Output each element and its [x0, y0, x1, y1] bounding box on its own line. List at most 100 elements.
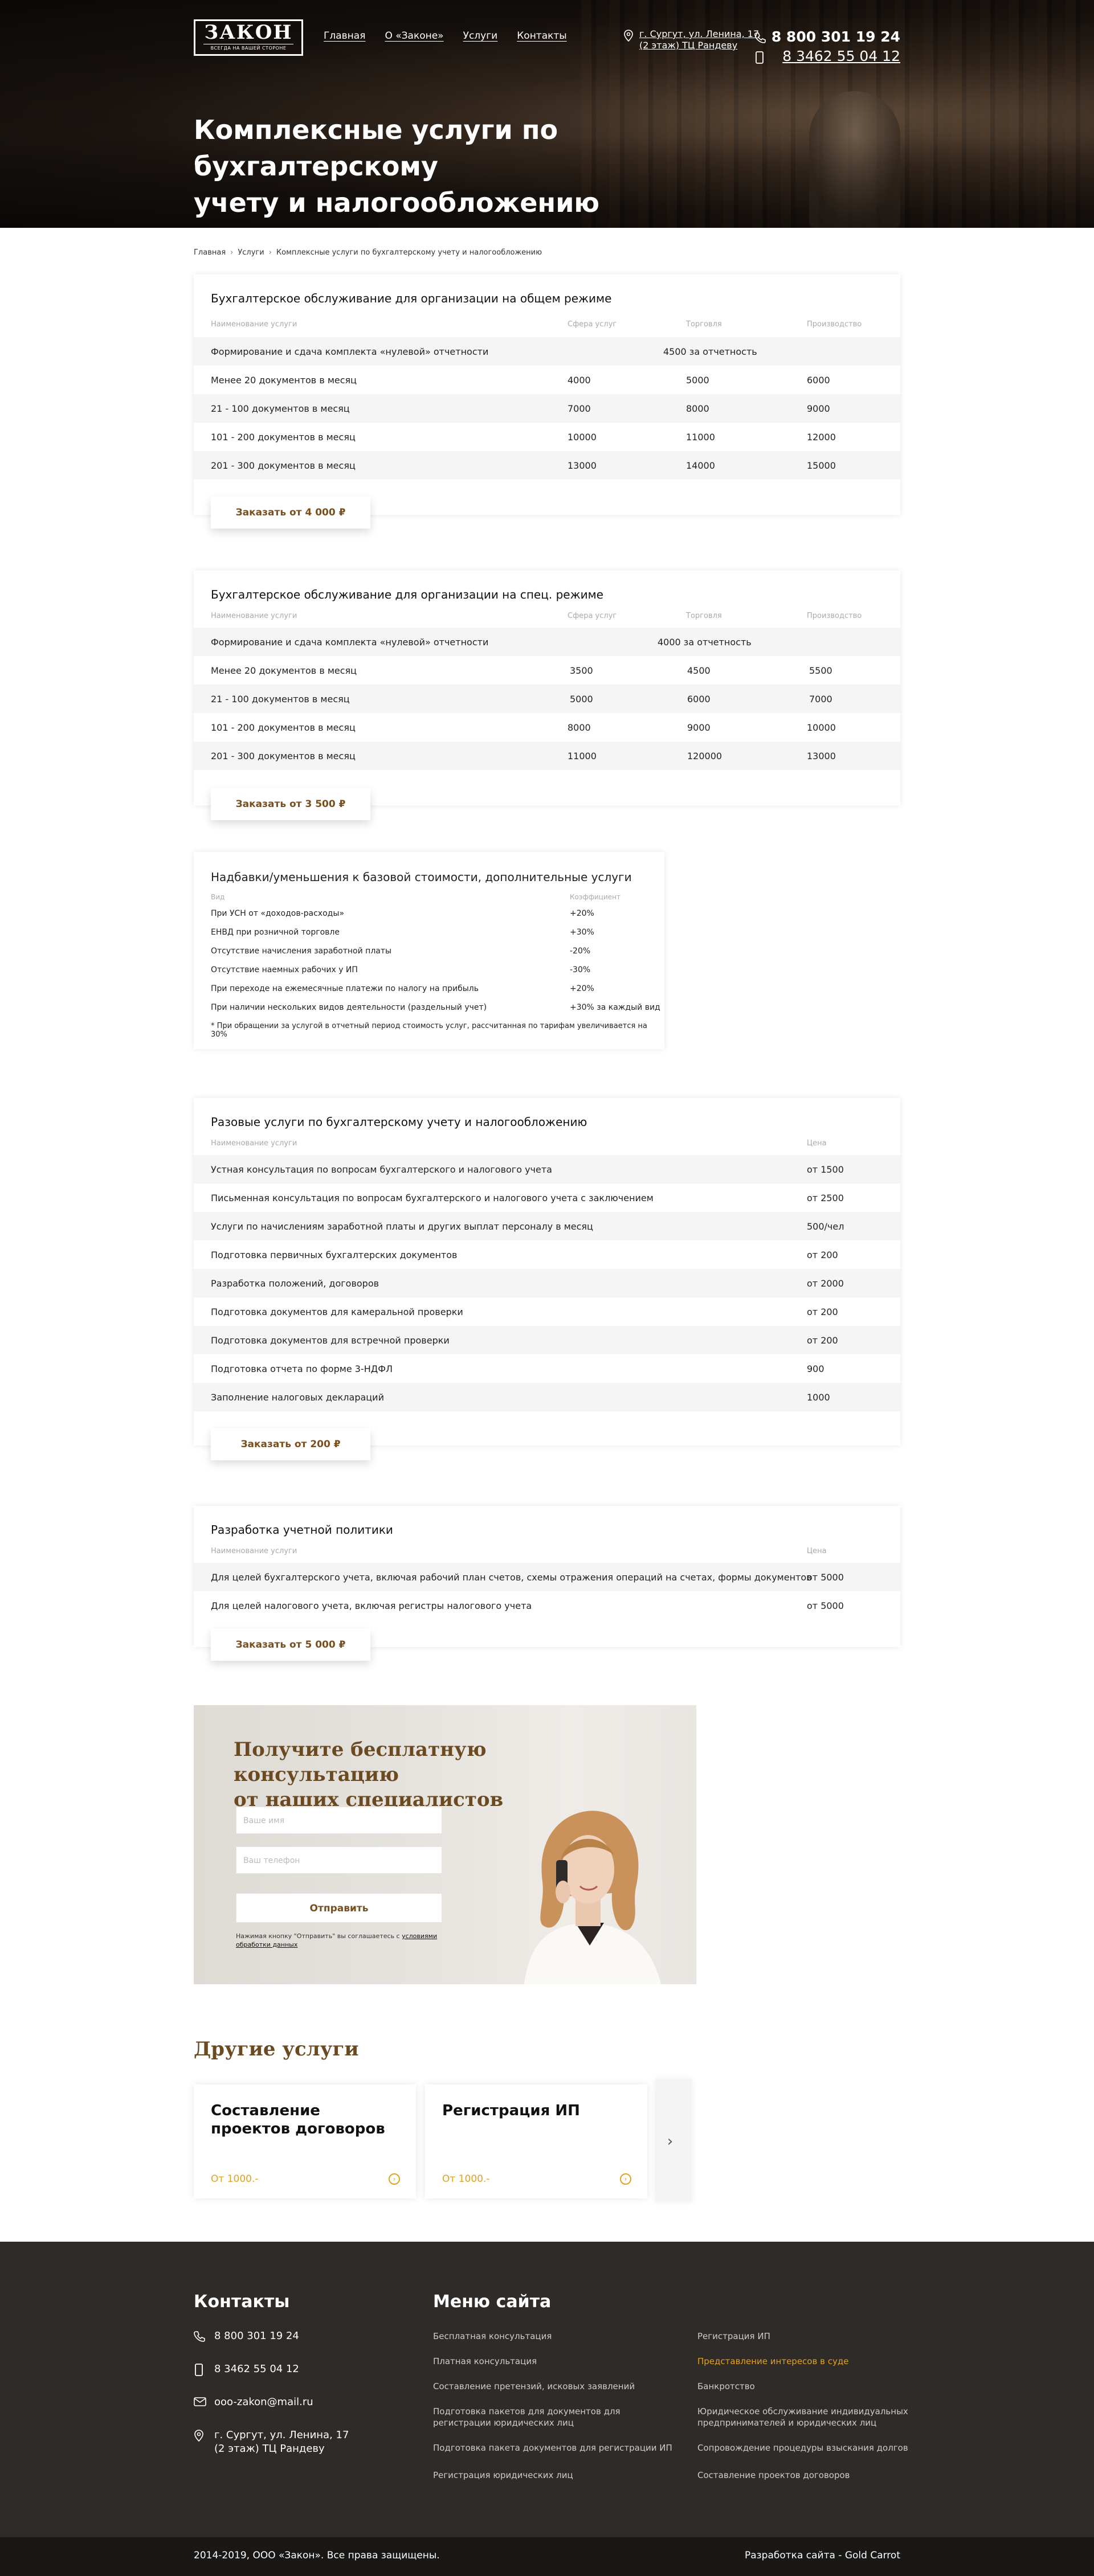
price-value: 6000	[687, 694, 711, 705]
footer-menu-item[interactable]: Составление проектов договоров	[697, 2469, 937, 2481]
logo-text: ЗАКОН	[204, 21, 293, 44]
table-row: Для целей бухгалтерского учета, включая …	[194, 1563, 900, 1591]
header-phones: 8 800 301 19 24 8 3462 55 04 12	[754, 27, 900, 66]
footer-menu-item[interactable]: Составление претензий, исковых заявлений	[433, 2381, 672, 2392]
table-row: 101 - 200 документов в месяц 8000 9000 1…	[194, 713, 900, 742]
mobile-phone-icon	[755, 51, 764, 64]
footer-menu-item[interactable]: Юридическое обслуживание индивидуальных …	[697, 2406, 937, 2428]
table-row: Подготовка первичных бухгалтерских докум…	[194, 1240, 900, 1269]
price-value: 6000	[807, 375, 830, 386]
surcharge-value: +20%	[570, 909, 594, 918]
table-row: Устная консультация по вопросам бухгалте…	[194, 1155, 900, 1183]
column-header: Сфера услуг	[568, 320, 617, 329]
footer-phone-secondary[interactable]: 8 3462 55 04 12	[194, 2362, 299, 2376]
order-button-accounting-policy[interactable]: Заказать от 5 000 ₽	[211, 1629, 370, 1661]
price-value: от 2000	[807, 1278, 844, 1289]
submit-button[interactable]: Отправить	[236, 1893, 442, 1923]
order-button-one-time[interactable]: Заказать от 200 ₽	[211, 1428, 370, 1460]
footer-email-address: ooo-zakon@mail.ru	[214, 2396, 313, 2408]
table-row: Подготовка отчета по форме 3-НДФЛ 900	[194, 1354, 900, 1383]
price-value: 8000	[686, 403, 709, 414]
footer-email[interactable]: ooo-zakon@mail.ru	[194, 2395, 313, 2409]
table-title: Разовые услуги по бухгалтерскому учету и…	[211, 1115, 587, 1129]
table-row: Разработка положений, договоров от 2000	[194, 1269, 900, 1297]
breadcrumb-home[interactable]: Главная	[194, 248, 226, 257]
breadcrumb-services[interactable]: Услуги	[238, 248, 264, 257]
table-row: 21 - 100 документов в месяц 5000 6000 70…	[194, 685, 900, 713]
price-value: от 200	[807, 1307, 838, 1317]
nav-item-about[interactable]: О «Законе»	[385, 30, 443, 42]
surcharge-value: +20%	[570, 984, 594, 993]
footer-menu-item[interactable]: Регистрация ИП	[697, 2331, 937, 2342]
arrow-right-circle-icon[interactable]: ›	[620, 2173, 631, 2185]
consultation-title-line-1: Получите бесплатную консультацию	[234, 1738, 487, 1786]
service-name: Менее 20 документов в месяц	[211, 665, 357, 676]
price-value: 10000	[568, 432, 597, 443]
surcharge-name: При наличии нескольких видов деятельност…	[211, 1003, 487, 1012]
price-value: 10000	[807, 722, 836, 733]
breadcrumb-separator: ›	[268, 248, 272, 257]
price-value: 11000	[686, 432, 715, 443]
service-name: Подготовка документов для встречной пров…	[211, 1335, 450, 1346]
developer-credit-link[interactable]: Разработка сайта - Gold Carrot	[745, 2550, 900, 2561]
service-name: Подготовка отчета по форме 3-НДФЛ	[211, 1363, 393, 1374]
logo-tagline: ВСЕГДА НА ВАШЕЙ СТОРОНЕ	[203, 44, 293, 51]
service-card[interactable]: Регистрация ИП От 1000.- ›	[425, 2084, 647, 2198]
nav-item-contacts[interactable]: Контакты	[517, 30, 567, 42]
service-card[interactable]: Составление проектов договоров От 1000.-…	[194, 2084, 416, 2198]
header-address[interactable]: г. Сургут, ул. Ленина, 17 (2 этаж) ТЦ Ра…	[623, 28, 759, 51]
price-value: 5500	[809, 665, 832, 676]
logo[interactable]: ЗАКОН ВСЕГДА НА ВАШЕЙ СТОРОНЕ	[194, 19, 303, 56]
arrow-right-circle-icon[interactable]: ›	[389, 2173, 400, 2185]
surcharge-value: -30%	[570, 965, 591, 974]
footer-menu-item[interactable]: Бесплатная консультация	[433, 2331, 672, 2342]
breadcrumb-separator: ›	[230, 248, 234, 257]
footer-address-line-1: г. Сургут, ул. Ленина, 17	[214, 2429, 349, 2441]
footer-phone-primary[interactable]: 8 800 301 19 24	[194, 2329, 299, 2343]
service-name: 201 - 300 документов в месяц	[211, 751, 356, 761]
surcharge-name: При переходе на ежемесячные платежи по н…	[211, 984, 479, 993]
price-value: от 5000	[807, 1572, 844, 1583]
price-value: 900	[807, 1363, 824, 1374]
footer-address[interactable]: г. Сургут, ул. Ленина, 17 (2 этаж) ТЦ Ра…	[194, 2428, 349, 2456]
table-row: Для целей налогового учета, включая реги…	[194, 1591, 900, 1620]
price-value: от 200	[807, 1250, 838, 1260]
name-input[interactable]: Ваше имя	[236, 1807, 442, 1834]
table-row: Письменная консультация по вопросам бухг…	[194, 1183, 900, 1212]
consultation-form-section: Получите бесплатную консультацию от наши…	[194, 1705, 696, 1984]
phone-input[interactable]: Ваш телефон	[236, 1846, 442, 1874]
order-button-special[interactable]: Заказать от 3 500 ₽	[211, 788, 370, 820]
price-value: 7000	[809, 694, 832, 705]
price-value: 4500 за отчетность	[663, 346, 757, 357]
price-value: 14000	[686, 460, 715, 471]
phone-secondary[interactable]: 8 3462 55 04 12	[754, 47, 900, 66]
service-name: Для целей налогового учета, включая реги…	[211, 1600, 532, 1611]
service-name: Устная консультация по вопросам бухгалте…	[211, 1164, 552, 1175]
footer-menu-item-active[interactable]: Представление интересов в суде	[697, 2356, 937, 2367]
footer-menu-title: Меню сайта	[433, 2292, 552, 2312]
nav-item-services[interactable]: Услуги	[463, 30, 498, 42]
footer-address-line-2: (2 этаж) ТЦ Рандеву	[214, 2443, 325, 2455]
order-button-general[interactable]: Заказать от 4 000 ₽	[211, 497, 370, 529]
phone-primary[interactable]: 8 800 301 19 24	[754, 27, 900, 47]
footer-menu-item[interactable]: Подготовка пакета документов для регистр…	[433, 2442, 672, 2454]
service-card-price: От 1000.-	[211, 2173, 259, 2185]
service-card-title: Регистрация ИП	[442, 2102, 580, 2119]
service-name: Письменная консультация по вопросам бухг…	[211, 1193, 654, 1203]
column-header: Торговля	[686, 320, 722, 329]
price-value: 7000	[568, 403, 591, 414]
pricing-table-accounting-policy: Разработка учетной политики Наименование…	[194, 1506, 900, 1647]
nav-item-home[interactable]: Главная	[324, 30, 365, 42]
page-title: Комплексные услуги по бухгалтерскому уче…	[194, 112, 764, 221]
footer-menu-item[interactable]: Подготовка пакетов для документов для ре…	[433, 2406, 672, 2428]
footer-menu-item[interactable]: Платная консультация	[433, 2356, 672, 2367]
footer-menu-item[interactable]: Сопровождение процедуры взыскания долгов	[697, 2442, 937, 2454]
footer-menu-item[interactable]: Регистрация юридических лиц	[433, 2469, 672, 2481]
footer-menu-item[interactable]: Банкротство	[697, 2381, 937, 2392]
column-header: Цена	[807, 1139, 827, 1148]
carousel-next-arrow-icon[interactable]: ›	[659, 2130, 681, 2153]
price-value: 500/чел	[807, 1221, 844, 1232]
price-value: 13000	[568, 460, 597, 471]
price-value: от 5000	[807, 1600, 844, 1611]
column-header: Наименование услуги	[211, 1547, 297, 1555]
